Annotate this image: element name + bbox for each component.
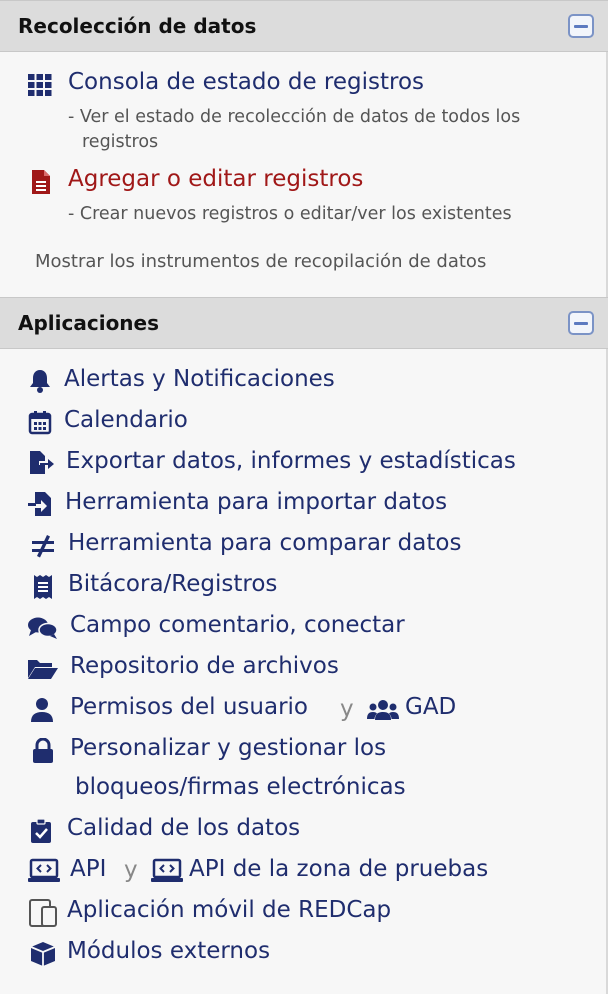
data-quality-link[interactable]: Calidad de los datos <box>67 815 300 841</box>
minus-icon <box>574 322 588 325</box>
record-status-dashboard-description-text: - Ver el estado de recolección de datos … <box>68 107 521 152</box>
alerts-link[interactable]: Alertas y Notificaciones <box>64 366 335 392</box>
record-status-dashboard-description: - Ver el estado de recolección de datos … <box>68 105 588 155</box>
grid-icon <box>27 72 53 98</box>
api-link[interactable]: API <box>70 856 106 882</box>
and-separator: y <box>124 857 138 883</box>
data-collection-title: Recolección de datos <box>18 14 257 38</box>
user-icon <box>30 697 54 723</box>
cube-icon <box>30 941 56 967</box>
collapse-applications-button[interactable] <box>568 311 594 335</box>
bell-icon <box>27 368 53 394</box>
data-collection-header: Recolección de datos <box>0 0 608 52</box>
file-import-icon <box>27 491 53 517</box>
mobile-app-link[interactable]: Aplicación móvil de REDCap <box>67 897 391 923</box>
left-menu-panel: Recolección de datos Consola de estado d… <box>0 0 608 994</box>
calendar-icon <box>27 409 53 435</box>
minus-icon <box>574 25 588 28</box>
external-modules-link[interactable]: Módulos externos <box>67 938 270 964</box>
collapse-data-collection-button[interactable] <box>568 14 594 38</box>
record-status-dashboard-link[interactable]: Consola de estado de registros <box>68 69 424 95</box>
file-export-icon <box>28 450 54 476</box>
compare-link[interactable]: Herramienta para comparar datos <box>68 530 461 556</box>
user-rights-link[interactable]: Permisos del usuario <box>70 694 308 720</box>
laptop-code-icon <box>150 858 184 884</box>
export-link[interactable]: Exportar datos, informes y estadísticas <box>66 448 516 474</box>
laptop-code-icon <box>27 858 61 884</box>
file-repository-link[interactable]: Repositorio de archivos <box>70 653 339 679</box>
and-separator: y <box>340 696 354 722</box>
import-link[interactable]: Herramienta para importar datos <box>65 489 447 515</box>
not-equal-icon <box>30 533 56 559</box>
add-edit-records-link[interactable]: Agregar o editar registros <box>68 166 363 192</box>
add-edit-records-description: - Crear nuevos registros o editar/ver lo… <box>68 204 512 224</box>
users-icon <box>366 697 400 723</box>
show-instruments-link[interactable]: Mostrar los instrumentos de recopilación… <box>35 251 486 272</box>
locking-link-line2[interactable]: bloqueos/firmas electrónicas <box>75 774 406 800</box>
locking-link-line1[interactable]: Personalizar y gestionar los <box>70 735 386 761</box>
folder-open-icon <box>27 656 59 682</box>
applications-title: Aplicaciones <box>18 311 160 335</box>
logging-link[interactable]: Bitácora/Registros <box>68 571 277 597</box>
document-icon <box>30 169 52 195</box>
mobile-devices-icon <box>28 898 62 928</box>
clipboard-check-icon <box>30 818 52 844</box>
lock-icon <box>31 738 55 764</box>
calendar-link[interactable]: Calendario <box>64 407 188 433</box>
receipt-icon <box>32 574 54 600</box>
api-playground-link[interactable]: API de la zona de pruebas <box>189 856 488 882</box>
field-comment-link[interactable]: Campo comentario, conectar <box>70 612 405 638</box>
dag-link[interactable]: GAD <box>405 694 456 720</box>
comments-icon <box>27 615 59 641</box>
applications-header: Aplicaciones <box>0 297 608 349</box>
